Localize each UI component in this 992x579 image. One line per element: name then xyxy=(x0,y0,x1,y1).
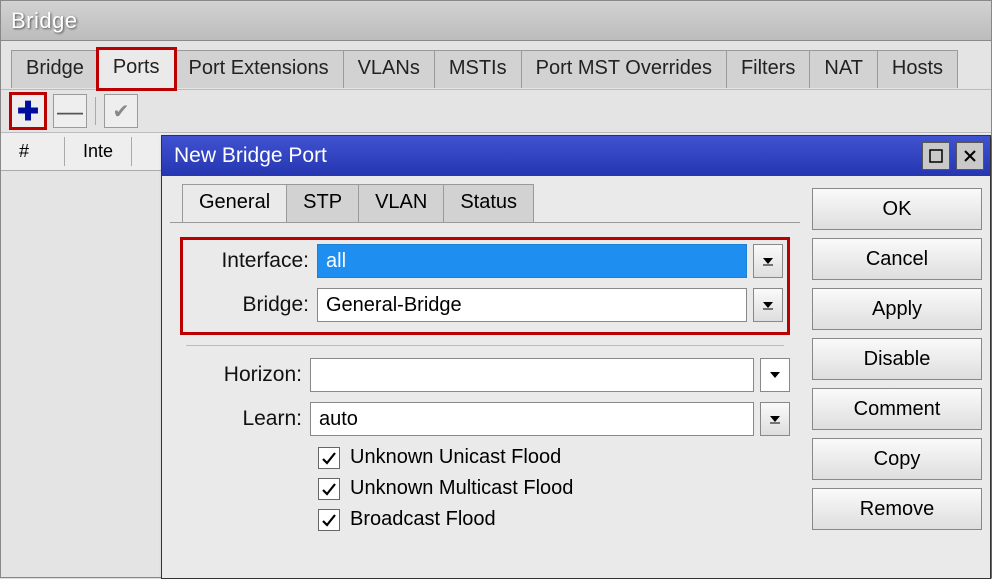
broadcast-label: Broadcast Flood xyxy=(350,508,496,531)
comment-button[interactable]: Comment xyxy=(812,388,982,430)
dialog-tab-general[interactable]: General xyxy=(182,184,287,222)
new-bridge-port-dialog: New Bridge Port General STP VLAN Status xyxy=(161,135,991,579)
plus-icon: ✚ xyxy=(17,98,39,124)
check-icon: ✔ xyxy=(113,99,130,124)
broadcast-checkbox[interactable] xyxy=(318,509,340,531)
tab-bridge[interactable]: Bridge xyxy=(11,50,99,88)
learn-dropdown-button[interactable] xyxy=(760,402,790,436)
tab-nat[interactable]: NAT xyxy=(809,50,878,88)
remove-button[interactable]: — xyxy=(53,94,87,128)
separator xyxy=(186,345,784,346)
chevron-down-icon xyxy=(763,300,773,310)
learn-field[interactable]: auto xyxy=(310,402,754,436)
close-icon xyxy=(963,149,977,163)
chevron-down-icon xyxy=(763,256,773,266)
tab-hosts[interactable]: Hosts xyxy=(877,50,958,88)
enable-button[interactable]: ✔ xyxy=(104,94,138,128)
interface-dropdown-button[interactable] xyxy=(753,244,783,278)
unknown-unicast-row: Unknown Unicast Flood xyxy=(180,446,790,469)
unknown-multicast-row: Unknown Multicast Flood xyxy=(180,477,790,500)
dialog-sidebar: OK Cancel Apply Disable Comment Copy Rem… xyxy=(812,184,982,570)
tab-bar: Bridge Ports Port Extensions VLANs MSTIs… xyxy=(1,41,991,89)
interface-field[interactable]: all xyxy=(317,244,747,278)
minimize-button[interactable] xyxy=(922,142,950,170)
dialog-tab-vlan[interactable]: VLAN xyxy=(358,184,444,222)
check-icon xyxy=(321,481,337,497)
title-controls xyxy=(922,142,984,170)
separator xyxy=(95,97,96,125)
learn-row: Learn: auto xyxy=(180,402,790,436)
bridge-dropdown-button[interactable] xyxy=(753,288,783,322)
dialog-body: General STP VLAN Status Interface: all xyxy=(162,176,990,578)
form-area: Interface: all Bridge: General xyxy=(170,222,800,570)
highlighted-fields: Interface: all Bridge: General xyxy=(180,237,790,335)
ok-button[interactable]: OK xyxy=(812,188,982,230)
disable-button[interactable]: Disable xyxy=(812,338,982,380)
window-titlebar: Bridge xyxy=(1,1,991,41)
minus-icon: — xyxy=(57,98,83,124)
unknown-unicast-label: Unknown Unicast Flood xyxy=(350,446,561,469)
tab-filters[interactable]: Filters xyxy=(726,50,810,88)
dialog-title: New Bridge Port xyxy=(174,144,327,168)
bridge-field[interactable]: General-Bridge xyxy=(317,288,747,322)
dialog-main: General STP VLAN Status Interface: all xyxy=(170,184,800,570)
interface-label: Interface: xyxy=(187,249,317,273)
broadcast-row: Broadcast Flood xyxy=(180,508,790,531)
bridge-label: Bridge: xyxy=(187,293,317,317)
cancel-button[interactable]: Cancel xyxy=(812,238,982,280)
unknown-multicast-label: Unknown Multicast Flood xyxy=(350,477,573,500)
dialog-titlebar[interactable]: New Bridge Port xyxy=(162,136,990,176)
toolbar: ✚ — ✔ xyxy=(1,89,991,133)
horizon-row: Horizon: xyxy=(180,358,790,392)
apply-button[interactable]: Apply xyxy=(812,288,982,330)
unknown-multicast-checkbox[interactable] xyxy=(318,478,340,500)
tab-port-extensions[interactable]: Port Extensions xyxy=(174,50,344,88)
dialog-tabs: General STP VLAN Status xyxy=(170,184,800,222)
tab-port-mst-overrides[interactable]: Port MST Overrides xyxy=(521,50,727,88)
bridge-row: Bridge: General-Bridge xyxy=(187,288,783,322)
unknown-unicast-checkbox[interactable] xyxy=(318,447,340,469)
check-icon xyxy=(321,512,337,528)
minimize-icon xyxy=(929,149,943,163)
col-interface[interactable]: Inte xyxy=(65,137,132,166)
horizon-label: Horizon: xyxy=(180,363,310,387)
tab-mstis[interactable]: MSTIs xyxy=(434,50,522,88)
tab-vlans[interactable]: VLANs xyxy=(343,50,435,88)
check-icon xyxy=(321,450,337,466)
bridge-window: Bridge Bridge Ports Port Extensions VLAN… xyxy=(0,0,992,578)
close-button[interactable] xyxy=(956,142,984,170)
tab-ports[interactable]: Ports xyxy=(98,49,175,89)
window-title: Bridge xyxy=(11,8,78,34)
copy-button[interactable]: Copy xyxy=(812,438,982,480)
dialog-tab-stp[interactable]: STP xyxy=(286,184,359,222)
dialog-tab-status[interactable]: Status xyxy=(443,184,534,222)
chevron-down-icon xyxy=(770,370,780,380)
col-index[interactable]: # xyxy=(1,137,65,166)
interface-row: Interface: all xyxy=(187,244,783,278)
horizon-field[interactable] xyxy=(310,358,754,392)
add-button[interactable]: ✚ xyxy=(11,94,45,128)
chevron-down-icon xyxy=(770,414,780,424)
remove-button[interactable]: Remove xyxy=(812,488,982,530)
learn-label: Learn: xyxy=(180,407,310,431)
horizon-expand-button[interactable] xyxy=(760,358,790,392)
